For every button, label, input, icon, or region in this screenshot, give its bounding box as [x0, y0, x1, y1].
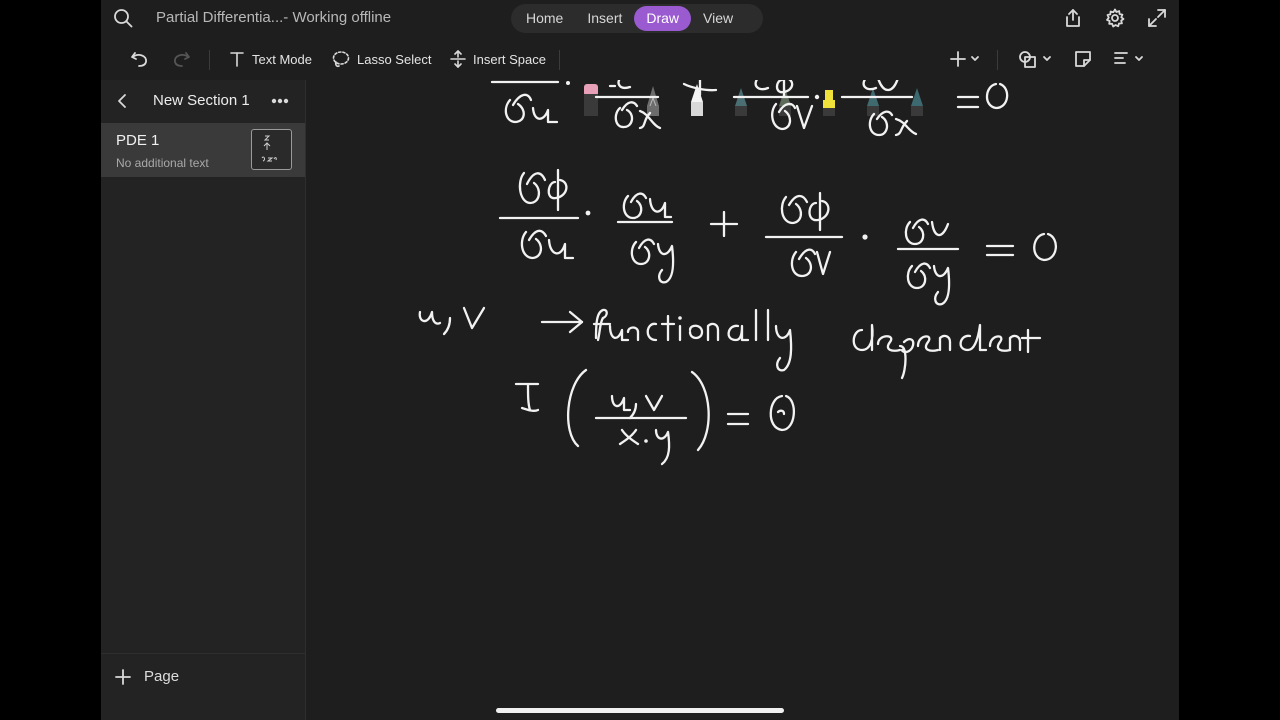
tab-home[interactable]: Home — [514, 6, 575, 31]
share-icon[interactable] — [1059, 4, 1087, 32]
text-mode-button[interactable]: Text Mode — [229, 46, 312, 72]
page-thumbnail — [251, 129, 292, 170]
top-bar: Partial Differentia...- Working offline … — [101, 0, 1179, 38]
toolbar-divider — [997, 50, 998, 70]
lasso-select-label: Lasso Select — [357, 51, 432, 67]
insert-space-label: Insert Space — [473, 51, 546, 67]
tab-draw[interactable]: Draw — [634, 6, 692, 31]
expand-icon[interactable] — [1143, 4, 1171, 32]
search-icon[interactable] — [109, 4, 137, 32]
plus-icon — [109, 663, 137, 691]
add-page-label: Page — [144, 668, 180, 685]
onenote-app: Partial Differentia...- Working offline … — [101, 0, 1179, 720]
window-title: Partial Differentia...- Working offline — [156, 9, 392, 26]
equation-row-3 — [418, 306, 1042, 380]
page-subtitle: No additional text — [116, 156, 209, 170]
undo-icon[interactable] — [126, 45, 154, 73]
insert-space-icon — [450, 50, 466, 68]
toolbar-divider — [559, 50, 560, 70]
equation-row-2 — [498, 168, 1057, 306]
settings-gear-icon[interactable] — [1101, 4, 1129, 32]
more-ellipsis-icon[interactable] — [266, 87, 294, 115]
note-canvas[interactable] — [306, 80, 1179, 720]
handwritten-ink — [418, 80, 1057, 466]
sidebar: New Section 1 PDE 1 No additional text P… — [101, 80, 306, 720]
add-page-button[interactable]: Page — [101, 653, 305, 700]
section-header: New Section 1 — [101, 80, 305, 122]
section-title: New Section 1 — [153, 92, 250, 109]
redo-icon[interactable] — [167, 45, 195, 73]
more-options-icon[interactable] — [1109, 45, 1149, 73]
text-icon — [230, 52, 244, 67]
page-list-item[interactable]: PDE 1 No additional text — [101, 123, 305, 177]
lasso-icon — [332, 51, 350, 68]
add-pen-button[interactable] — [947, 45, 983, 73]
equation-row-1 — [490, 80, 1009, 137]
shapes-icon[interactable] — [1015, 45, 1055, 73]
tab-view[interactable]: View — [691, 6, 745, 31]
back-chevron-icon[interactable] — [109, 87, 137, 115]
lasso-select-button[interactable]: Lasso Select — [332, 46, 431, 72]
draw-toolbar: Text Mode Lasso Select Insert Space — [101, 38, 1179, 116]
tab-insert[interactable]: Insert — [575, 6, 634, 31]
page-title: PDE 1 — [116, 132, 160, 149]
ribbon-tabs: Home Insert Draw View — [511, 4, 763, 33]
text-mode-label: Text Mode — [252, 51, 312, 67]
insert-space-button[interactable]: Insert Space — [450, 46, 546, 72]
ink-to-shape-icon[interactable] — [1069, 45, 1097, 73]
equation-row-4 — [514, 368, 795, 466]
toolbar-divider — [209, 50, 210, 70]
home-indicator — [496, 708, 784, 713]
